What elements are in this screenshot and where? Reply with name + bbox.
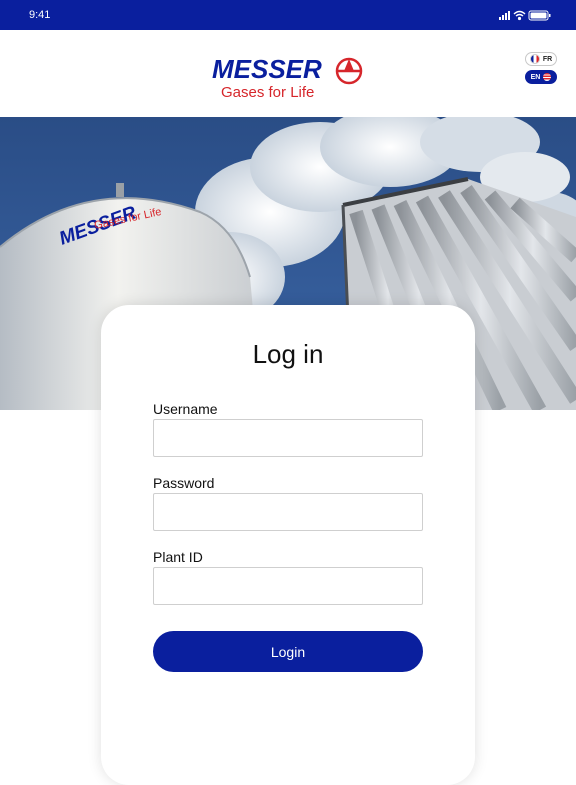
- svg-text:MESSER: MESSER: [212, 54, 322, 84]
- plant-id-input[interactable]: [153, 567, 423, 605]
- password-label: Password: [153, 475, 215, 491]
- wifi-icon: [513, 10, 526, 21]
- france-flag-icon: [529, 54, 540, 64]
- login-title: Log in: [252, 339, 324, 369]
- language-fr-label: FR: [542, 55, 553, 63]
- language-en-label: EN: [530, 73, 541, 81]
- login-button[interactable]: Login: [153, 631, 423, 672]
- username-label: Username: [153, 401, 218, 417]
- messer-emblem-icon: [335, 57, 363, 85]
- status-bar: 9:41: [0, 0, 576, 30]
- language-fr-button[interactable]: FR: [525, 52, 557, 66]
- language-en-button[interactable]: EN: [525, 70, 557, 84]
- us-flag-icon: [543, 73, 552, 81]
- login-card: Log in Username Password Plant ID Login: [101, 305, 475, 785]
- header: MESSER Gases for Life FR EN: [0, 30, 576, 117]
- status-icons: [499, 10, 551, 21]
- password-input[interactable]: [153, 493, 423, 531]
- status-time: 9:41: [29, 9, 51, 21]
- battery-icon: [528, 10, 551, 21]
- plant-id-label: Plant ID: [153, 549, 203, 565]
- messer-logo: MESSER Gases for Life: [212, 54, 363, 101]
- signal-icon: [499, 11, 510, 20]
- svg-text:Gases for Life: Gases for Life: [221, 84, 314, 101]
- username-input[interactable]: [153, 419, 423, 457]
